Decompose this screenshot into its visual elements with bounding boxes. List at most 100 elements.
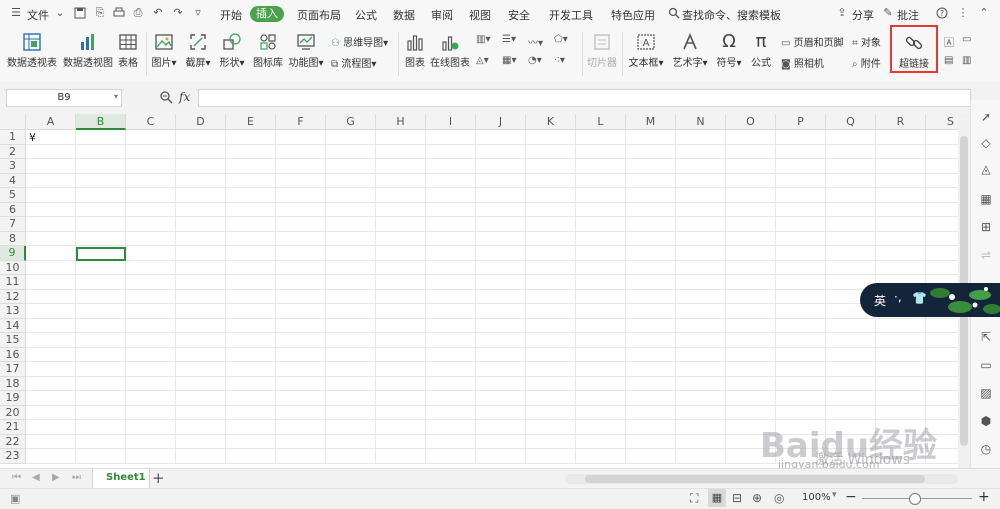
menu-tab-1[interactable]: 插入 (250, 6, 284, 22)
row-header-21[interactable]: 21 (0, 420, 26, 435)
next-sheet-icon[interactable]: ▶ (52, 472, 60, 483)
hamburger-menu-icon[interactable]: ☰ (10, 7, 22, 19)
menu-tab-8[interactable]: 开发工具 (549, 7, 593, 23)
normal-view-icon[interactable]: ▦ (708, 489, 726, 507)
pivot-table-button[interactable]: 数据透视表 (6, 32, 58, 69)
chevron-down-icon[interactable]: ⌄ (54, 7, 66, 19)
row-header-4[interactable]: 4 (0, 173, 26, 188)
page-layout-icon[interactable]: ⊟ (732, 491, 742, 505)
column-chart-icon[interactable]: ☰▾ (502, 34, 516, 45)
share-icon[interactable]: ⇪ (836, 7, 848, 19)
zoom-in-button[interactable]: + (978, 489, 990, 505)
chart-button[interactable]: 图表 (402, 32, 428, 69)
macro-record-icon[interactable]: ▣ (10, 492, 20, 505)
last-sheet-icon[interactable]: ⏭ (72, 472, 81, 483)
symbol-button[interactable]: Ω 符号▾ (714, 32, 744, 70)
menu-tab-0[interactable]: 开始 (220, 7, 242, 23)
ime-widget[interactable]: 英 ·, 👕 (860, 283, 1000, 317)
object-button[interactable]: ⌗ 对象 (852, 34, 881, 49)
redo-icon[interactable]: ↷ (172, 7, 184, 19)
column-header-P[interactable]: P (776, 114, 826, 130)
column-header-S[interactable]: S (926, 114, 958, 130)
more-icon[interactable]: ⋮ (957, 7, 969, 19)
spreadsheet-grid[interactable]: ABCDEFGHIJKLMNOPQRS 1 2 3 4 5 6 7 8 9 10 11 12 13 14 1… (0, 114, 958, 468)
fx-button[interactable]: fx (179, 90, 190, 104)
row-header-18[interactable]: 18 (0, 376, 26, 391)
help-icon[interactable]: ? (936, 7, 948, 19)
column-header-K[interactable]: K (526, 114, 576, 130)
comment-button[interactable]: 批注 (897, 7, 919, 23)
area-chart-icon[interactable]: ◬▾ (476, 55, 489, 66)
shapes-button[interactable]: 形状▾ (218, 32, 246, 69)
flowchart-button[interactable]: ⧉ 流程图▾ (331, 55, 376, 70)
print-preview-icon[interactable]: ⎙ (132, 7, 144, 19)
name-box[interactable]: B9 (6, 89, 122, 107)
undo-icon[interactable]: ↶ (152, 7, 164, 19)
row-header-23[interactable]: 23 (0, 449, 26, 464)
pivot-chart-button[interactable]: 数据透视图 (62, 32, 114, 69)
column-header-F[interactable]: F (276, 114, 326, 130)
row-header-11[interactable]: 11 (0, 275, 26, 290)
apps-icon[interactable]: ⊞ (979, 220, 993, 234)
filter-icon[interactable]: ⇌ (979, 248, 993, 262)
row-header-5[interactable]: 5 (0, 188, 26, 203)
row-header-8[interactable]: 8 (0, 231, 26, 246)
column-header-D[interactable]: D (176, 114, 226, 130)
row-header-3[interactable]: 3 (0, 159, 26, 174)
collapse-ribbon-icon[interactable]: ⌃ (978, 7, 990, 19)
row-header-2[interactable]: 2 (0, 144, 26, 159)
column-header-N[interactable]: N (676, 114, 726, 130)
fill-icon[interactable]: ◬ (979, 162, 993, 176)
menu-tab-9[interactable]: 特色应用 (611, 7, 655, 23)
textbox-small-icon[interactable]: 🄰 (944, 34, 954, 49)
picture-button[interactable]: 图片▾ (150, 32, 178, 69)
screenshot-button[interactable]: 截屏▾ (184, 32, 212, 69)
column-header-Q[interactable]: Q (826, 114, 876, 130)
mindmap-button[interactable]: ⚇ 思维导图▾ (331, 34, 388, 49)
selected-cell-b9[interactable] (76, 247, 126, 261)
column-header-M[interactable]: M (626, 114, 676, 130)
select-arrow-icon[interactable]: ➚ (979, 110, 993, 124)
file-menu[interactable]: 文件 (27, 7, 49, 23)
row-header-1[interactable]: 1 (0, 130, 26, 145)
row-header-17[interactable]: 17 (0, 362, 26, 377)
horizontal-scrollbar[interactable] (565, 474, 958, 484)
line-chart-icon[interactable]: 〰▾ (528, 34, 543, 49)
first-sheet-icon[interactable]: ⏮ (12, 472, 21, 483)
icon-library-button[interactable]: 图标库 (252, 32, 284, 69)
column-header-A[interactable]: A (26, 114, 76, 130)
camera-button[interactable]: ◙ 照相机 (781, 55, 824, 70)
search-commands[interactable]: 查找命令、搜索模板 (682, 7, 781, 23)
history-icon[interactable]: ◷ (979, 442, 993, 456)
zoom-lookup-icon[interactable] (159, 90, 173, 107)
print-icon[interactable] (113, 7, 125, 19)
form-icon[interactable]: ▤ (944, 55, 953, 66)
column-header-L[interactable]: L (576, 114, 626, 130)
row-header-7[interactable]: 7 (0, 217, 26, 232)
row-header-6[interactable]: 6 (0, 202, 26, 217)
row-header-10[interactable]: 10 (0, 260, 26, 275)
textbox-button[interactable]: A 文本框▾ (626, 32, 666, 69)
archive-icon[interactable]: ▭ (979, 358, 993, 372)
menu-tab-3[interactable]: 公式 (355, 7, 377, 23)
formula-input[interactable] (198, 89, 971, 107)
column-header-G[interactable]: G (326, 114, 376, 130)
chevron-down-icon[interactable]: ▾ (832, 490, 837, 500)
column-header-C[interactable]: C (126, 114, 176, 130)
column-header-R[interactable]: R (876, 114, 926, 130)
row-header-19[interactable]: 19 (0, 391, 26, 406)
radar-chart-icon[interactable]: ⬠▾ (554, 34, 568, 45)
menu-tab-5[interactable]: 审阅 (431, 7, 453, 23)
menu-tab-2[interactable]: 页面布局 (297, 7, 341, 23)
slicer-button[interactable]: 切片器 (586, 32, 618, 69)
output-icon[interactable]: ⎘ (94, 7, 106, 19)
table-style-icon[interactable]: ▦ (979, 192, 993, 206)
select-all-corner[interactable] (0, 114, 26, 130)
menu-tab-7[interactable]: 安全 (508, 7, 530, 23)
column-header-B[interactable]: B (76, 114, 126, 130)
shape-style-icon[interactable]: ◇ (979, 136, 993, 150)
row-header-12[interactable]: 12 (0, 289, 26, 304)
attachment-button[interactable]: ⌕ 附件 (852, 55, 881, 70)
hyperlink-button[interactable]: 超链接 (890, 25, 938, 73)
chevron-down-icon[interactable]: ▾ (114, 92, 118, 101)
